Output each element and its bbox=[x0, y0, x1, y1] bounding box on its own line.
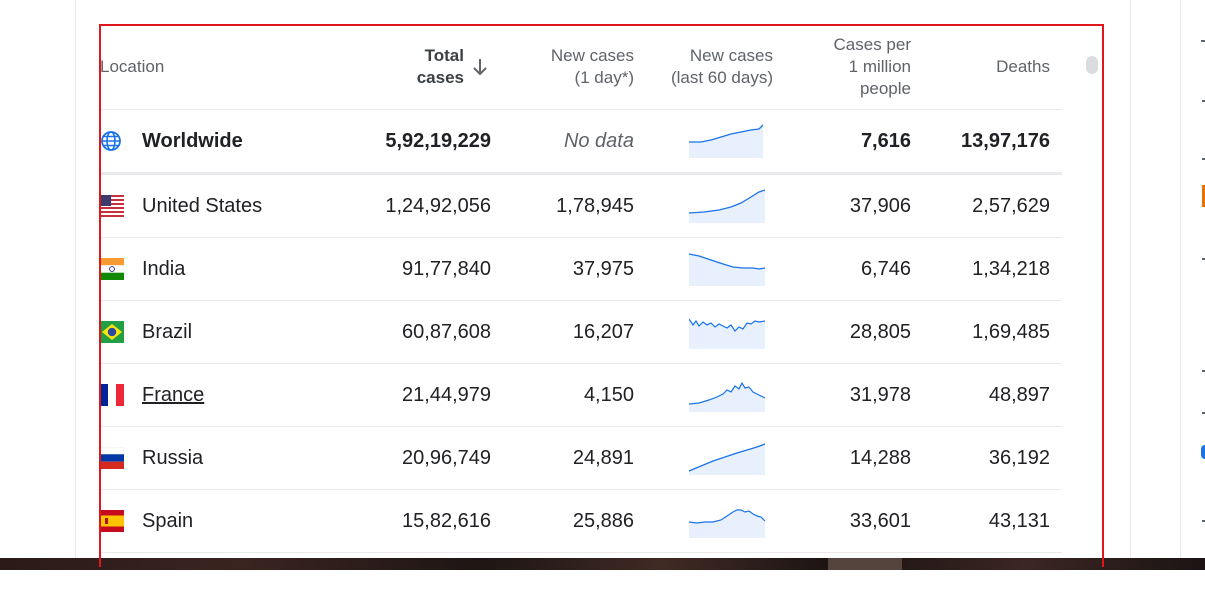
us-flag-icon bbox=[100, 175, 124, 237]
sparkline-chart bbox=[689, 301, 769, 363]
header-per-line1: Cases per bbox=[833, 34, 911, 54]
header-new-cases-1day[interactable]: New cases (1 day*) bbox=[520, 24, 634, 109]
side-panel-edge bbox=[1198, 0, 1205, 560]
location-name: Russia bbox=[142, 446, 204, 469]
cases-per-million: 28,805 bbox=[849, 320, 911, 343]
covid-stats-table: Location Total cases New cases (1 day*) … bbox=[100, 24, 1062, 553]
header-location[interactable]: Location bbox=[100, 24, 164, 109]
table-row-india[interactable]: India 91,77,840 37,975 6,746 1,34,218 bbox=[100, 238, 1062, 301]
total-cases: 91,77,840 bbox=[402, 257, 491, 280]
total-cases: 1,24,92,056 bbox=[385, 194, 491, 217]
sort-descending-icon[interactable] bbox=[472, 58, 488, 76]
new-cases-1day: No data bbox=[563, 129, 634, 152]
table-row-russia[interactable]: Russia 20,96,749 24,891 14,288 36,192 bbox=[100, 427, 1062, 490]
new-cases-1day: 24,891 bbox=[572, 446, 634, 469]
table-row-worldwide[interactable]: Worldwide 5,92,19,229 No data 7,616 13,9… bbox=[100, 110, 1062, 175]
total-cases: 5,92,19,229 bbox=[385, 129, 491, 152]
location-name: United States bbox=[142, 194, 263, 217]
location-name: Worldwide bbox=[142, 129, 243, 152]
total-cases: 21,44,979 bbox=[402, 383, 491, 406]
header-per-line2: 1 million bbox=[848, 56, 911, 76]
cases-per-million: 33,601 bbox=[849, 509, 911, 532]
table-row-united-states[interactable]: United States 1,24,92,056 1,78,945 37,90… bbox=[100, 175, 1062, 238]
cases-per-million: 6,746 bbox=[860, 257, 911, 280]
location-name: Spain bbox=[142, 509, 194, 532]
total-cases: 15,82,616 bbox=[402, 509, 491, 532]
deaths: 1,69,485 bbox=[972, 320, 1050, 343]
table-row-spain[interactable]: Spain 15,82,616 25,886 33,601 43,131 bbox=[100, 490, 1062, 553]
table-row-france[interactable]: France 21,44,979 4,150 31,978 48,897 bbox=[100, 364, 1062, 427]
india-flag-icon bbox=[100, 238, 124, 300]
sparkline-chart bbox=[689, 427, 769, 489]
header-total-cases[interactable]: Total cases bbox=[380, 24, 488, 109]
header-per-line3: people bbox=[859, 78, 911, 98]
header-new60-line2: (last 60 days) bbox=[670, 67, 773, 87]
sparkline-chart bbox=[689, 110, 769, 172]
total-cases: 60,87,608 bbox=[402, 320, 491, 343]
table-scrollbar-thumb[interactable] bbox=[1086, 56, 1098, 74]
table-header: Location Total cases New cases (1 day*) … bbox=[100, 24, 1062, 110]
brazil-flag-icon bbox=[100, 301, 124, 363]
globe-icon bbox=[100, 110, 124, 172]
header-cases-per-million[interactable]: Cases per 1 million people bbox=[800, 24, 911, 109]
header-new-cases-60days: New cases (last 60 days) bbox=[640, 24, 773, 109]
card-left-border bbox=[75, 0, 76, 560]
deaths: 1,34,218 bbox=[972, 257, 1050, 280]
header-deaths[interactable]: Deaths bbox=[950, 24, 1050, 109]
deaths: 2,57,629 bbox=[972, 194, 1050, 217]
card-right-border bbox=[1130, 0, 1131, 560]
sparkline-chart bbox=[689, 175, 769, 237]
spain-flag-icon bbox=[100, 490, 124, 552]
background-image-strip bbox=[0, 558, 1205, 570]
france-flag-icon bbox=[100, 364, 124, 426]
new-cases-1day: 16,207 bbox=[572, 320, 634, 343]
deaths: 48,897 bbox=[988, 383, 1050, 406]
deaths: 43,131 bbox=[988, 509, 1050, 532]
new-cases-1day: 4,150 bbox=[583, 383, 634, 406]
location-name-link[interactable]: France bbox=[142, 364, 204, 426]
sparkline-chart bbox=[689, 364, 769, 426]
sparkline-chart bbox=[689, 238, 769, 300]
header-new1-line2: (1 day*) bbox=[574, 67, 634, 87]
header-new60-line1: New cases bbox=[689, 45, 773, 65]
deaths: 36,192 bbox=[988, 446, 1050, 469]
cases-per-million: 37,906 bbox=[849, 194, 911, 217]
new-cases-1day: 1,78,945 bbox=[556, 194, 634, 217]
new-cases-1day: 37,975 bbox=[572, 257, 634, 280]
total-cases: 20,96,749 bbox=[402, 446, 491, 469]
location-name: Brazil bbox=[142, 320, 193, 343]
deaths: 13,97,176 bbox=[961, 129, 1050, 152]
header-total-line1: Total bbox=[424, 45, 464, 65]
new-cases-1day: 25,886 bbox=[572, 509, 634, 532]
cases-per-million: 31,978 bbox=[849, 383, 911, 406]
strip-light-area bbox=[828, 558, 902, 570]
side-panel-divider bbox=[1180, 0, 1181, 560]
header-new1-line1: New cases bbox=[550, 45, 634, 65]
cases-per-million: 7,616 bbox=[860, 129, 911, 152]
location-name: India bbox=[142, 257, 186, 280]
header-total-line2: cases bbox=[416, 67, 464, 87]
russia-flag-icon bbox=[100, 427, 124, 489]
sparkline-chart bbox=[689, 490, 769, 552]
table-row-brazil[interactable]: Brazil 60,87,608 16,207 28,805 1,69,485 bbox=[100, 301, 1062, 364]
cases-per-million: 14,288 bbox=[849, 446, 911, 469]
